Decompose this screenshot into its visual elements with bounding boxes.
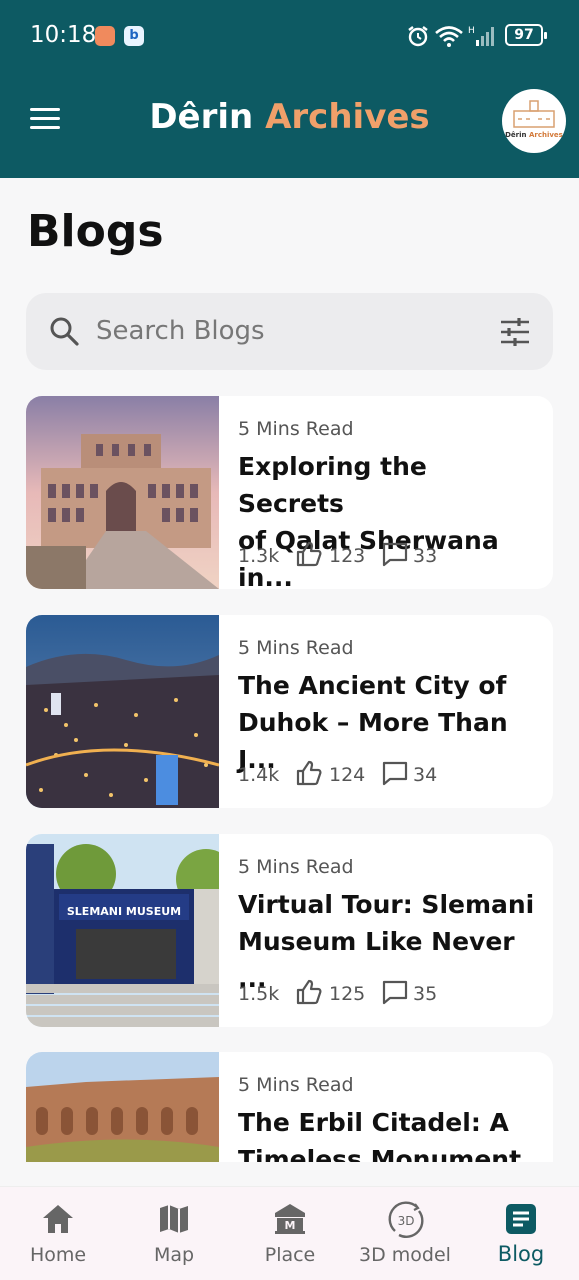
blog-card[interactable]: 5 Mins Read Exploring the Secrets of Qal… [26,396,553,589]
blog-thumbnail-duhok [26,615,219,808]
blog-card[interactable]: 5 Mins Read The Ancient City of Duhok – … [26,615,553,808]
wifi-icon [435,26,463,47]
notification-app-icon [95,26,115,46]
museum-sign: SLEMANI MUSEUM [67,905,181,918]
map-icon [160,1205,188,1233]
read-time: 5 Mins Read [238,1074,354,1096]
svg-text:H: H [468,26,475,36]
logo-text: Dêrin Archives [502,131,566,139]
app-title-part2: Archives [265,97,430,137]
thumbs-up-icon[interactable] [295,759,323,787]
blog-card[interactable]: 5 Mins Read The Erbil Citadel: A Timeles… [26,1052,553,1162]
nav-label: 3D model [359,1244,451,1266]
read-time: 5 Mins Read [238,856,354,878]
read-time: 5 Mins Read [238,637,354,659]
nav-item-place[interactable]: M Place [232,1187,348,1280]
status-bar: 10:18 b H 97 [0,0,579,72]
like-count: 125 [329,983,366,1005]
3d-rotate-icon: 3D [388,1201,424,1238]
logo-text-part1: Dêrin [505,131,527,139]
read-time: 5 Mins Read [238,418,354,440]
blog-title: The Erbil Citadel: A Timeless Monument [238,1108,522,1162]
bottom-navigation: Home Map M Place 3D 3D model Blog [0,1186,579,1280]
nav-label: Map [153,1244,195,1266]
status-time: 10:18 [30,22,97,48]
comment-count: 34 [413,764,438,786]
nav-label: Place [264,1244,316,1266]
nav-label: Blog [497,1242,545,1266]
home-icon [43,1205,73,1233]
archive-building-logo-icon [513,100,555,128]
app-header: 10:18 b H 97 Dêrin Archives Dêrin Archiv… [0,0,579,178]
nav-item-3d-model[interactable]: 3D 3D model [347,1187,463,1280]
nav-item-map[interactable]: Map [116,1187,232,1280]
comment-count: 35 [413,983,438,1005]
svg-text:M: M [285,1219,296,1232]
view-count: 1.4k [238,764,280,786]
search-icon [50,317,79,346]
battery-indicator: 97 [505,24,547,46]
blog-thumbnail-slemani-museum: SLEMANI MUSEUM [26,834,219,1027]
blog-thumbnail-qalat-sherwana [26,396,219,589]
blog-card[interactable]: SLEMANI MUSEUM 5 Mins Read Virtual Tour:… [26,834,553,1027]
thumbs-up-icon[interactable] [295,540,323,568]
blog-icon [506,1204,536,1234]
nav-label: Home [29,1244,87,1266]
blog-thumbnail-erbil-citadel [26,1052,219,1162]
museum-icon: M [275,1204,305,1234]
signal-icon: H [468,26,494,46]
app-title-part1: Dêrin [149,97,254,137]
comment-icon[interactable] [381,759,409,787]
logo-text-part2: Archives [528,131,563,139]
comment-icon[interactable] [381,978,409,1006]
app-title: Dêrin Archives [0,97,579,137]
search-input[interactable] [96,309,486,353]
nav-item-blog[interactable]: Blog [463,1187,579,1280]
search-bar [26,293,553,370]
view-count: 1.3k [238,545,280,567]
nav-item-home[interactable]: Home [0,1187,116,1280]
filter-sliders-icon[interactable] [498,315,532,349]
bing-app-icon: b [124,26,144,46]
view-count: 1.5k [238,983,280,1005]
svg-text:3D: 3D [398,1214,415,1228]
page-title: Blogs [27,206,164,257]
alarm-icon [408,26,428,47]
comment-icon[interactable] [381,540,409,568]
comment-count: 33 [413,545,438,567]
like-count: 124 [329,764,366,786]
like-count: 123 [329,545,366,567]
thumbs-up-icon[interactable] [295,978,323,1006]
profile-avatar[interactable]: Dêrin Archives [502,89,566,153]
